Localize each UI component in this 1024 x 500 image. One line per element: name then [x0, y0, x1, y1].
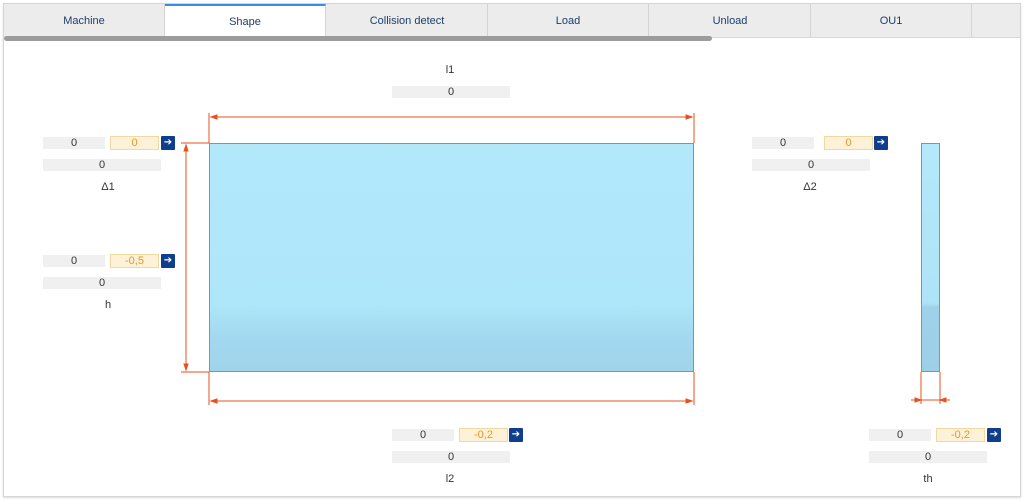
th-input[interactable]: -0,2	[936, 428, 985, 442]
arrow-right-icon: ➔	[511, 429, 521, 440]
l2-current: 0	[392, 429, 454, 441]
th-apply-button[interactable]: ➔	[987, 428, 1001, 442]
arrow-right-icon: ➔	[989, 429, 999, 440]
th-value: 0	[869, 451, 987, 463]
th-label: th	[923, 473, 933, 485]
l2-input[interactable]: -0,2	[459, 428, 508, 442]
l2-apply-button[interactable]: ➔	[509, 428, 523, 442]
l2-label: l2	[445, 473, 455, 485]
dimension-lines	[181, 113, 950, 405]
th-current: 0	[869, 429, 931, 441]
l2-value: 0	[392, 451, 510, 463]
